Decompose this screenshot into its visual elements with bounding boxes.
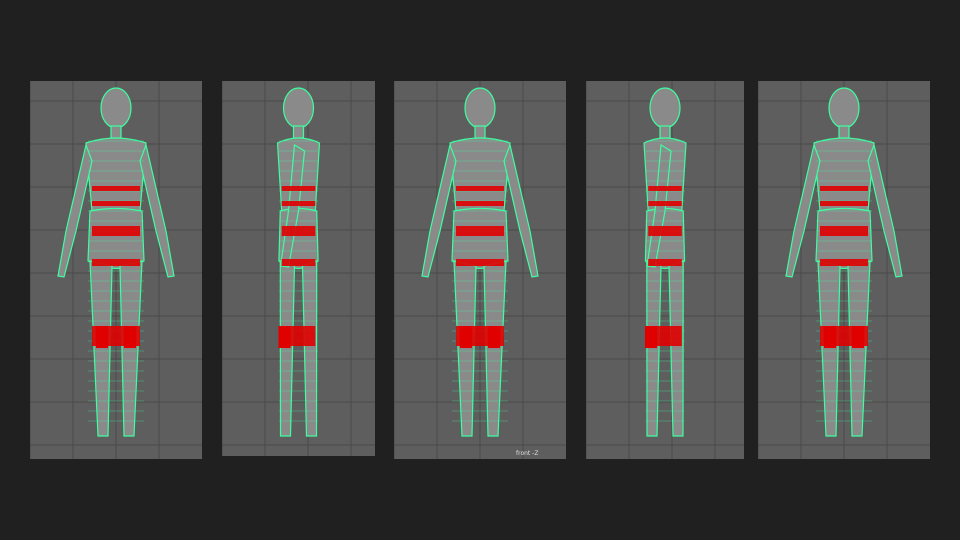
leg-left — [453, 260, 477, 437]
viewport-side-left[interactable] — [222, 81, 375, 456]
leg-right — [483, 260, 507, 437]
knee-highlight — [96, 326, 108, 348]
head — [100, 87, 132, 129]
leg-left — [89, 260, 113, 437]
leg-right — [847, 260, 871, 437]
highlight-band — [820, 226, 868, 236]
highlight-band — [281, 226, 316, 236]
arm-right — [139, 142, 175, 278]
neck — [110, 125, 122, 139]
highlight-band — [820, 201, 868, 206]
head — [828, 87, 860, 129]
knee-highlight — [852, 326, 864, 348]
highlight-band — [648, 201, 682, 206]
highlight-band — [92, 201, 140, 206]
highlight-band — [456, 259, 504, 266]
head — [464, 87, 496, 129]
arm-right — [503, 142, 539, 278]
highlight-band — [281, 186, 316, 191]
neck — [292, 125, 305, 139]
highlight-band — [92, 226, 140, 236]
leg-left — [279, 260, 296, 437]
knee-highlight — [488, 326, 500, 348]
viewport-front[interactable]: front -Z — [394, 81, 566, 459]
arm-left — [785, 142, 821, 278]
highlight-band — [281, 259, 316, 266]
highlight-band — [281, 201, 316, 206]
leg-right — [119, 260, 143, 437]
leg-right — [668, 260, 684, 437]
figure-back — [30, 81, 202, 459]
knee-highlight — [645, 326, 657, 348]
leg-left — [646, 260, 662, 437]
neck — [659, 125, 671, 139]
knee-highlight — [824, 326, 836, 348]
figure-front — [394, 81, 566, 459]
highlight-band — [820, 259, 868, 266]
viewport-perspective[interactable] — [758, 81, 930, 459]
leg-right — [301, 260, 318, 437]
highlight-band — [820, 186, 868, 191]
figure-side-right — [586, 81, 744, 459]
highlight-band — [648, 226, 682, 236]
viewport-back[interactable] — [30, 81, 202, 459]
figure-perspective — [758, 81, 930, 459]
neck — [474, 125, 486, 139]
viewport-side-right[interactable] — [586, 81, 744, 459]
neck — [838, 125, 850, 139]
knee-highlight — [278, 326, 291, 348]
arm-left — [421, 142, 457, 278]
highlight-band — [92, 259, 140, 266]
highlight-band — [456, 186, 504, 191]
highlight-band — [648, 259, 682, 266]
leg-left — [817, 260, 841, 437]
camera-label: front -Z — [516, 450, 539, 457]
knee-highlight — [124, 326, 136, 348]
highlight-band — [92, 186, 140, 191]
knee-highlight — [460, 326, 472, 348]
figure-side-left — [222, 81, 375, 456]
arm-left — [57, 142, 93, 278]
arm-right — [867, 142, 903, 278]
highlight-band — [456, 201, 504, 206]
highlight-band — [456, 226, 504, 236]
head — [282, 87, 315, 129]
head — [649, 87, 681, 129]
highlight-band — [648, 186, 682, 191]
